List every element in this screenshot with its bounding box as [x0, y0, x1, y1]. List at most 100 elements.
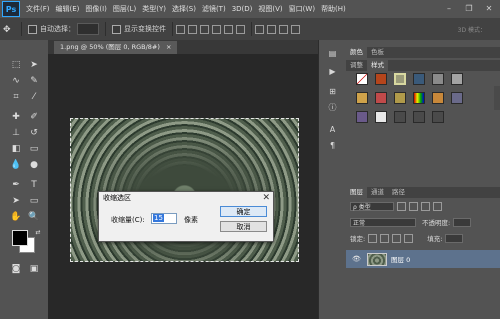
style-swatch[interactable]	[394, 92, 406, 104]
lock-all-icon[interactable]	[404, 233, 414, 243]
auto-select-checkbox[interactable]	[28, 24, 37, 34]
menu-type[interactable]: 类型(Y)	[142, 4, 166, 14]
distribute-icon[interactable]	[267, 24, 276, 34]
style-swatch[interactable]	[394, 73, 406, 85]
tab-layers[interactable]: 图层	[346, 187, 367, 198]
cancel-button[interactable]: 取消	[220, 221, 267, 232]
style-swatch[interactable]	[432, 111, 444, 123]
zoom-tool-icon[interactable]: 🔍	[26, 210, 42, 224]
menu-image[interactable]: 图像(I)	[85, 4, 107, 14]
eyedropper-icon[interactable]: ⁄	[26, 90, 42, 104]
style-swatch[interactable]	[432, 73, 444, 85]
dodge-tool-icon[interactable]: ●	[26, 158, 42, 172]
hand-tool-icon[interactable]: ✋	[8, 210, 24, 224]
actions-panel-icon[interactable]: ▶	[327, 66, 338, 77]
menu-window[interactable]: 窗口(W)	[289, 4, 315, 14]
style-swatch[interactable]	[356, 111, 368, 123]
align-left-icon[interactable]	[212, 24, 221, 34]
rectangle-tool-icon[interactable]: ▭	[26, 194, 42, 208]
minimize-icon[interactable]: –	[442, 3, 456, 14]
layer-row[interactable]: 👁 图层 0	[346, 250, 500, 268]
tab-adjustments[interactable]: 调整	[346, 60, 367, 71]
tab-swatches[interactable]: 色板	[367, 47, 388, 58]
menu-3d[interactable]: 3D(D)	[232, 5, 253, 13]
info-panel-icon[interactable]: ⓘ	[327, 102, 338, 113]
tab-styles[interactable]: 样式	[367, 60, 388, 71]
lock-transparent-icon[interactable]	[368, 233, 378, 243]
close-icon[interactable]: ✕	[482, 3, 496, 14]
menu-layer[interactable]: 图层(L)	[113, 4, 136, 14]
style-swatch[interactable]	[375, 92, 387, 104]
style-swatch[interactable]	[413, 92, 425, 104]
style-swatch[interactable]	[451, 92, 463, 104]
move-tool-icon[interactable]: ✥	[3, 25, 15, 35]
align-bottom-icon[interactable]	[200, 24, 209, 34]
align-right-icon[interactable]	[236, 24, 245, 34]
style-swatch[interactable]	[394, 111, 406, 123]
filter-adjust-icon[interactable]	[409, 202, 418, 211]
move-tool-icon[interactable]: ➤	[26, 58, 42, 72]
menu-edit[interactable]: 编辑(E)	[56, 4, 80, 14]
menu-filter[interactable]: 滤镜(T)	[202, 4, 226, 14]
path-select-icon[interactable]: ➤	[8, 194, 24, 208]
ok-button[interactable]: 确定	[220, 206, 267, 217]
crop-tool-icon[interactable]: ⌗	[8, 90, 24, 104]
lock-image-icon[interactable]	[380, 233, 390, 243]
auto-select-dropdown[interactable]	[77, 23, 99, 35]
style-swatch[interactable]	[413, 111, 425, 123]
healing-brush-icon[interactable]: ✚	[8, 110, 24, 124]
close-tab-icon[interactable]: ×	[166, 43, 171, 51]
quick-select-icon[interactable]: ✎	[26, 74, 42, 88]
restore-icon[interactable]: ❐	[462, 3, 476, 14]
show-transform-option[interactable]: 显示变换控件	[112, 24, 166, 34]
blur-tool-icon[interactable]: 💧	[8, 158, 24, 172]
properties-panel-icon[interactable]: ⊞	[327, 86, 338, 97]
gradient-icon[interactable]: ▭	[26, 142, 42, 156]
align-center-icon[interactable]	[224, 24, 233, 34]
character-panel-icon[interactable]: A	[327, 124, 338, 135]
foreground-color-swatch[interactable]	[12, 230, 28, 246]
visibility-eye-icon[interactable]: 👁	[352, 255, 362, 263]
auto-select-option[interactable]: 自动选择：	[28, 23, 99, 35]
dialog-close-icon[interactable]: ✕	[262, 192, 270, 205]
panel-resize-grip[interactable]	[494, 86, 500, 110]
style-swatch[interactable]	[356, 92, 368, 104]
menu-help[interactable]: 帮助(H)	[321, 4, 346, 14]
menu-file[interactable]: 文件(F)	[26, 4, 50, 14]
history-panel-icon[interactable]: ▤	[327, 48, 338, 59]
fill-input[interactable]	[445, 233, 464, 243]
contract-by-input[interactable]: 15	[151, 213, 177, 224]
document-tab[interactable]: 1.png @ 50% (图层 0, RGB/8#) ×	[54, 41, 178, 54]
style-swatch[interactable]	[356, 73, 368, 85]
show-transform-checkbox[interactable]	[112, 24, 121, 34]
distribute-icon[interactable]	[255, 24, 264, 34]
lock-position-icon[interactable]	[392, 233, 402, 243]
menu-view[interactable]: 视图(V)	[258, 4, 282, 14]
style-swatch[interactable]	[432, 92, 444, 104]
pen-tool-icon[interactable]: ✒	[8, 178, 24, 192]
tab-paths[interactable]: 路径	[388, 187, 409, 198]
style-swatch[interactable]	[375, 73, 387, 85]
type-tool-icon[interactable]: T	[26, 178, 42, 192]
history-brush-icon[interactable]: ↺	[26, 126, 42, 140]
blend-mode-dropdown[interactable]: 正常	[350, 217, 416, 227]
filter-shape-icon[interactable]	[433, 202, 442, 211]
style-swatch[interactable]	[375, 111, 387, 123]
opacity-input[interactable]	[453, 217, 472, 227]
tab-channels[interactable]: 通道	[367, 187, 388, 198]
distribute-icon[interactable]	[279, 24, 288, 34]
lasso-tool-icon[interactable]: ∿	[8, 74, 24, 88]
brush-tool-icon[interactable]: ✐	[26, 110, 42, 124]
paragraph-panel-icon[interactable]: ¶	[327, 140, 338, 151]
quick-mask-icon[interactable]: ◙	[8, 262, 24, 276]
marquee-tool-icon[interactable]: ⬚	[8, 58, 24, 72]
align-top-icon[interactable]	[176, 24, 185, 34]
eraser-icon[interactable]: ◧	[8, 142, 24, 156]
swap-colors-icon[interactable]: ⇄	[30, 226, 46, 240]
style-swatch[interactable]	[451, 73, 463, 85]
tab-color[interactable]: 颜色	[346, 47, 367, 58]
distribute-icon[interactable]	[291, 24, 300, 34]
layer-filter-dropdown[interactable]: ρ 类型	[350, 202, 394, 211]
screen-mode-icon[interactable]: ▣	[26, 262, 42, 276]
clone-stamp-icon[interactable]: ⊥	[8, 126, 24, 140]
